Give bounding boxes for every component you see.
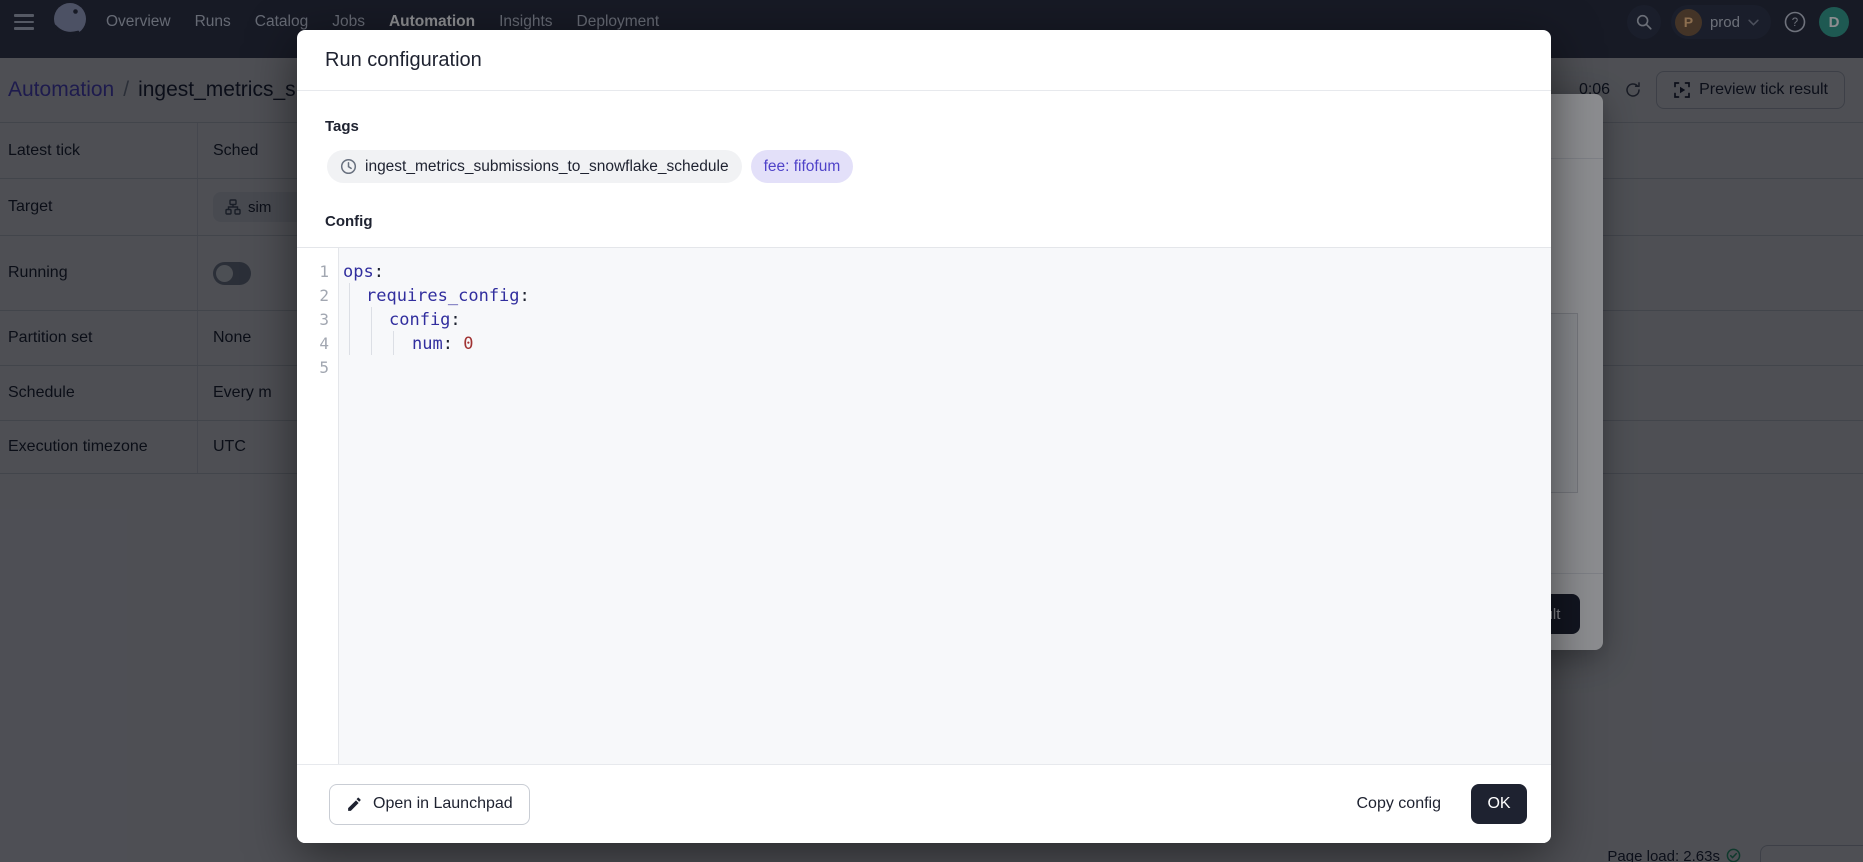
code-line [343, 356, 1551, 380]
dialog-title: Run configuration [325, 30, 482, 90]
app-window: Overview Runs Catalog Jobs Automation In… [0, 0, 1863, 862]
code-line: ops: [343, 260, 1551, 284]
dialog-footer: Open in Launchpad Copy config OK [297, 764, 1551, 843]
open-in-launchpad-button[interactable]: Open in Launchpad [329, 784, 530, 825]
tags-row: ingest_metrics_submissions_to_snowflake_… [327, 150, 853, 183]
indent-guide [349, 283, 350, 355]
line-number: 3 [297, 308, 338, 332]
yaml-code[interactable]: ops: requires_config: config: num: 0 [339, 248, 1551, 764]
schedule-tag-label: ingest_metrics_submissions_to_snowflake_… [365, 158, 729, 176]
line-number-gutter: 1 2 3 4 5 [297, 248, 339, 764]
fee-fifofum-tag[interactable]: fee: fifofum [751, 150, 854, 183]
dialog-title-divider [297, 90, 1551, 91]
open-in-launchpad-label: Open in Launchpad [373, 795, 513, 813]
run-configuration-dialog: Run configuration Tags ingest_metrics_su… [297, 30, 1551, 843]
indent-guide [371, 307, 372, 355]
config-section-label: Config [325, 213, 372, 230]
code-line: num: 0 [343, 332, 1551, 356]
line-number: 5 [297, 356, 338, 380]
tags-section-label: Tags [325, 118, 359, 135]
line-number: 2 [297, 284, 338, 308]
code-line: requires_config: [343, 284, 1551, 308]
indent-guide [393, 331, 394, 355]
config-code-editor[interactable]: 1 2 3 4 5 ops: requires_config: config: … [297, 247, 1551, 764]
copy-config-button[interactable]: Copy config [1357, 795, 1442, 813]
ok-button[interactable]: OK [1471, 784, 1527, 824]
code-line: config: [343, 308, 1551, 332]
clock-icon [340, 158, 357, 175]
line-number: 1 [297, 260, 338, 284]
line-number: 4 [297, 332, 338, 356]
schedule-name-tag[interactable]: ingest_metrics_submissions_to_snowflake_… [327, 150, 742, 183]
pencil-icon [346, 796, 363, 813]
